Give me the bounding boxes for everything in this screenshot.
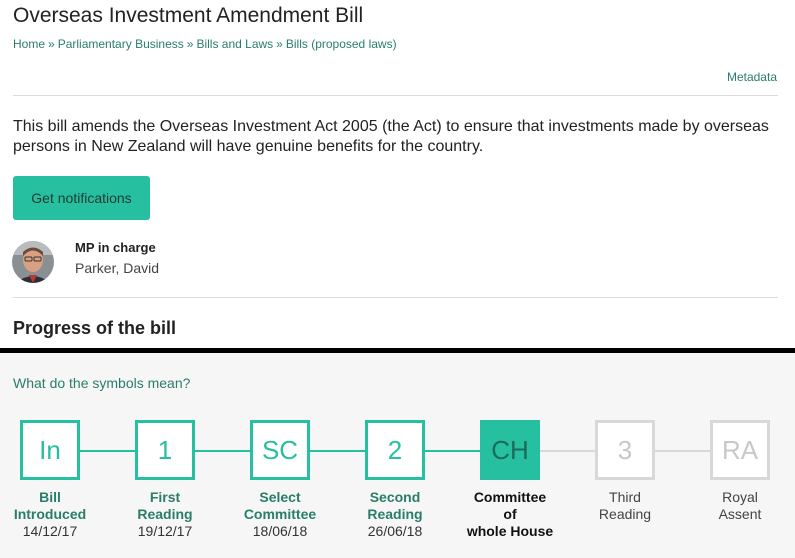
stage-date: 19/12/17 <box>137 523 193 539</box>
stage-symbol[interactable]: In <box>20 420 80 480</box>
stage-name: Committee of whole House <box>453 489 567 540</box>
stage-name-line: Bill <box>39 489 61 505</box>
stage-2: 1 First Reading 19/12/17 <box>108 420 222 540</box>
stage-name: Third Reading <box>568 489 682 523</box>
mp-name: Parker, David <box>75 260 160 276</box>
stage-name-line: Second <box>369 489 421 505</box>
stage-4: 2 Second Reading 26/06/18 <box>338 420 452 540</box>
stage-6: 3 Third Reading <box>568 420 682 523</box>
stage-name-line: Assent <box>718 506 762 522</box>
stage-name-line: Reading <box>137 506 193 522</box>
stage-1: In Bill Introduced 14/12/17 <box>0 420 107 540</box>
get-notifications-button[interactable]: Get notifications <box>13 176 150 220</box>
stage-name: First Reading <box>108 489 222 523</box>
stage-symbol[interactable]: 3 <box>595 420 655 480</box>
stage-name-line: Royal <box>722 489 758 505</box>
bill-summary: This bill amends the Overseas Investment… <box>13 118 769 155</box>
stage-symbol[interactable]: CH <box>480 420 540 480</box>
breadcrumb: Home» Parliamentary Business» Bills and La… <box>13 37 397 51</box>
breadcrumb-separator: » <box>276 37 283 51</box>
stage-name-line: Committee <box>243 506 317 522</box>
stage-name-line: Committee <box>473 489 547 505</box>
stage-7: RA Royal Assent <box>683 420 795 523</box>
metadata-link[interactable]: Metadata <box>727 70 777 84</box>
stage-name-line: Reading <box>367 506 423 522</box>
breadcrumb-bills-proposed[interactable]: Bills (proposed laws) <box>286 37 397 51</box>
divider <box>13 297 778 298</box>
stage-name-line: Select <box>259 489 301 505</box>
page-title: Overseas Investment Amendment Bill <box>13 4 364 27</box>
stage-date: 14/12/17 <box>22 523 78 539</box>
stage-date: 26/06/18 <box>367 523 423 539</box>
progress-heading: Progress of the bill <box>13 318 177 338</box>
mp-avatar <box>12 241 54 283</box>
stage-symbol[interactable]: 2 <box>365 420 425 480</box>
stage-date: 18/06/18 <box>252 523 308 539</box>
breadcrumb-parliamentary-business[interactable]: Parliamentary Business <box>58 37 184 51</box>
breadcrumb-home[interactable]: Home <box>13 37 45 51</box>
stage-name-line: First <box>149 489 181 505</box>
stage-name-line: of <box>503 506 517 522</box>
stage-name-line: whole House <box>466 523 554 539</box>
stage-symbol[interactable]: RA <box>710 420 770 480</box>
stage-3: SC Select Committee 18/06/18 <box>223 420 337 540</box>
stage-name: Second Reading <box>338 489 452 523</box>
stage-name-line: Third <box>609 489 641 505</box>
breadcrumb-separator: » <box>48 37 55 51</box>
stage-name: Select Committee <box>223 489 337 523</box>
breadcrumb-separator: » <box>186 37 194 51</box>
divider <box>13 95 778 96</box>
stage-name-line: Introduced <box>13 506 87 522</box>
stage-name-line: Reading <box>598 506 652 522</box>
stage-symbol[interactable]: 1 <box>135 420 195 480</box>
symbols-help-link[interactable]: What do the symbols mean? <box>13 375 190 391</box>
breadcrumb-bills-and-laws[interactable]: Bills and Laws <box>196 37 273 51</box>
stage-5: CH Committee of whole House <box>453 420 567 540</box>
stage-name: Bill Introduced <box>0 489 107 523</box>
stage-symbol[interactable]: SC <box>250 420 310 480</box>
stage-name: Royal Assent <box>683 489 795 523</box>
mp-in-charge-label: MP in charge <box>75 240 156 255</box>
